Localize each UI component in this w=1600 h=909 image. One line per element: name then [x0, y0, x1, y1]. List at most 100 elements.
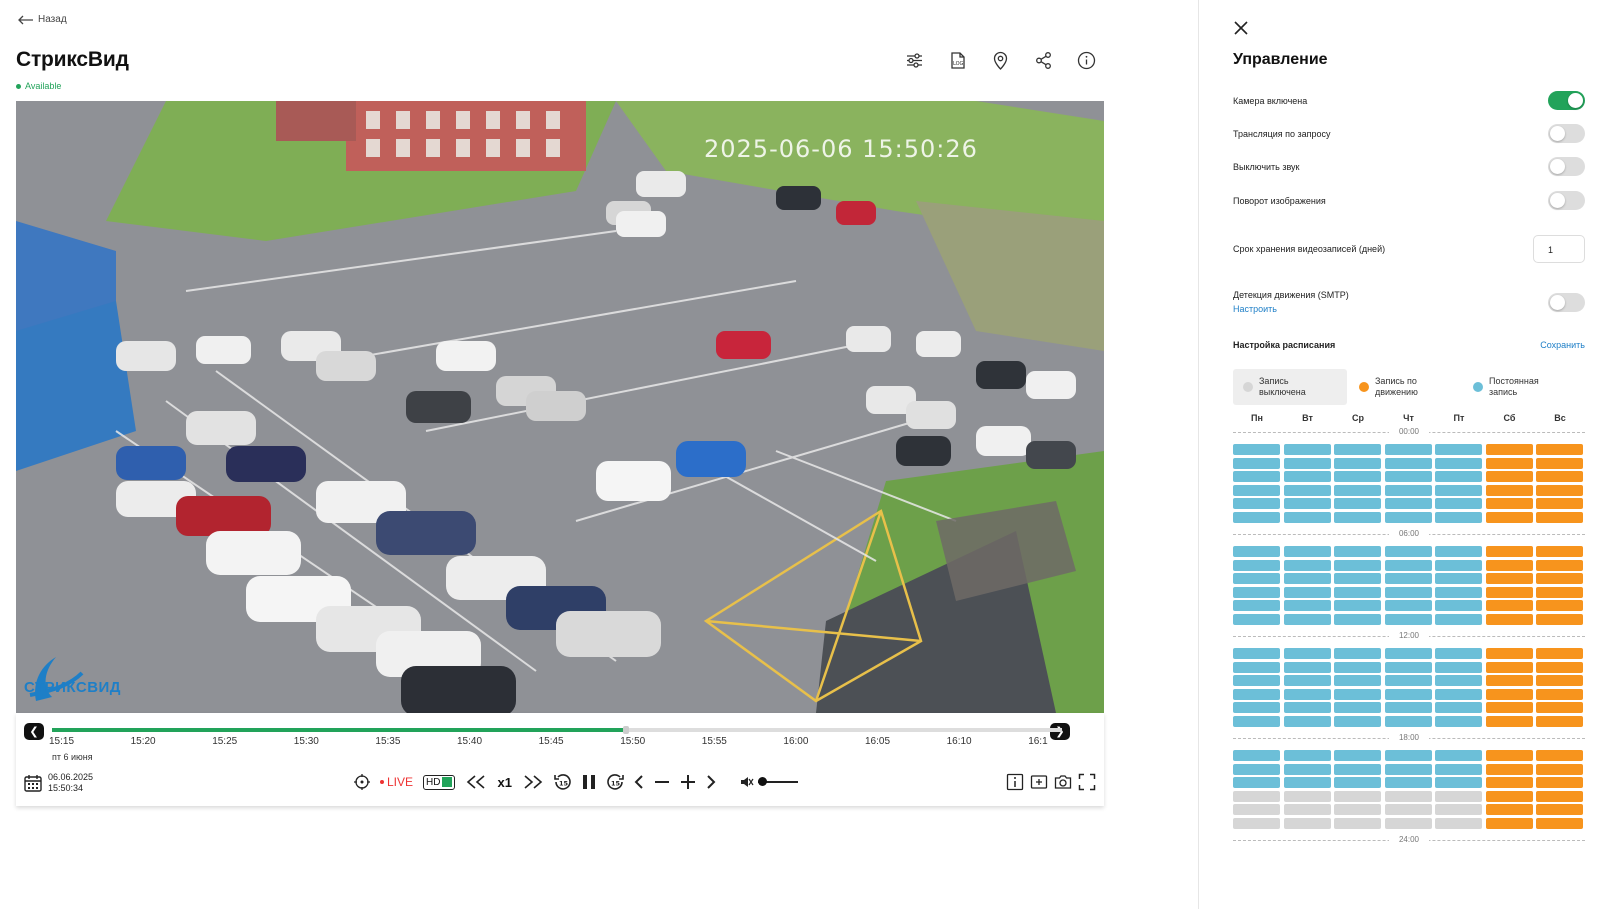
- next-frame-button[interactable]: [706, 774, 716, 790]
- schedule-cell[interactable]: [1536, 559, 1583, 571]
- schedule-cell[interactable]: [1536, 790, 1583, 802]
- schedule-cell[interactable]: [1384, 512, 1432, 523]
- schedule-cell[interactable]: [1334, 498, 1381, 510]
- schedule-cell[interactable]: [1233, 471, 1280, 483]
- schedule-cell[interactable]: [1334, 586, 1381, 598]
- schedule-cell[interactable]: [1485, 444, 1533, 455]
- schedule-cell[interactable]: [1334, 471, 1381, 483]
- pause-button[interactable]: [582, 774, 596, 790]
- schedule-cell[interactable]: [1233, 559, 1280, 571]
- schedule-cell[interactable]: [1536, 586, 1583, 598]
- schedule-cell[interactable]: [1283, 614, 1331, 625]
- schedule-cell[interactable]: [1485, 573, 1533, 585]
- schedule-cell[interactable]: [1536, 818, 1583, 829]
- schedule-cell[interactable]: [1435, 600, 1482, 612]
- schedule-cell[interactable]: [1384, 471, 1432, 483]
- schedule-cell[interactable]: [1283, 546, 1331, 557]
- schedule-cell[interactable]: [1233, 804, 1280, 816]
- schedule-cell[interactable]: [1435, 614, 1482, 625]
- schedule-cell[interactable]: [1283, 716, 1331, 727]
- schedule-cell[interactable]: [1536, 498, 1583, 510]
- schedule-cell[interactable]: [1384, 546, 1432, 557]
- schedule-cell[interactable]: [1536, 702, 1583, 714]
- schedule-cell[interactable]: [1435, 750, 1482, 761]
- legend-motion[interactable]: Запись по движению: [1355, 369, 1469, 405]
- snapshot-button[interactable]: [1054, 773, 1072, 791]
- schedule-cell[interactable]: [1435, 675, 1482, 687]
- schedule-cell[interactable]: [1485, 661, 1533, 673]
- schedule-cell[interactable]: [1283, 675, 1331, 687]
- schedule-cell[interactable]: [1233, 586, 1280, 598]
- schedule-cell[interactable]: [1334, 790, 1381, 802]
- back-link[interactable]: Назад: [18, 14, 67, 25]
- schedule-cell[interactable]: [1283, 790, 1331, 802]
- schedule-cell[interactable]: [1485, 498, 1533, 510]
- schedule-cell[interactable]: [1233, 614, 1280, 625]
- timeline-prev-button[interactable]: ❮: [24, 723, 44, 740]
- schedule-cell[interactable]: [1384, 457, 1432, 469]
- schedule-cell[interactable]: [1435, 763, 1482, 775]
- schedule-cell[interactable]: [1485, 790, 1533, 802]
- schedule-cell[interactable]: [1283, 512, 1331, 523]
- timeline-handle[interactable]: [622, 726, 629, 734]
- schedule-cell[interactable]: [1233, 444, 1280, 455]
- schedule-cell[interactable]: [1334, 444, 1381, 455]
- schedule-cell[interactable]: [1435, 648, 1482, 659]
- schedule-cell[interactable]: [1536, 661, 1583, 673]
- schedule-cell[interactable]: [1384, 498, 1432, 510]
- schedule-cell[interactable]: [1536, 688, 1583, 700]
- speed-selector[interactable]: x1: [497, 775, 511, 790]
- zoom-out-button[interactable]: [654, 774, 670, 790]
- schedule-cell[interactable]: [1384, 444, 1432, 455]
- rewind-button[interactable]: [465, 775, 487, 789]
- volume-slider[interactable]: [757, 777, 798, 786]
- schedule-cell[interactable]: [1283, 484, 1331, 496]
- schedule-cell[interactable]: [1334, 457, 1381, 469]
- schedule-cell[interactable]: [1435, 688, 1482, 700]
- schedule-cell[interactable]: [1334, 600, 1381, 612]
- schedule-cell[interactable]: [1485, 600, 1533, 612]
- schedule-cell[interactable]: [1334, 648, 1381, 659]
- schedule-cell[interactable]: [1283, 804, 1331, 816]
- schedule-cell[interactable]: [1536, 546, 1583, 557]
- sliders-icon[interactable]: [904, 50, 925, 71]
- volume-handle[interactable]: [757, 777, 767, 786]
- save-button[interactable]: Сохранить: [1540, 340, 1585, 350]
- schedule-cell[interactable]: [1485, 750, 1533, 761]
- schedule-cell[interactable]: [1435, 586, 1482, 598]
- schedule-cell[interactable]: [1233, 512, 1280, 523]
- schedule-cell[interactable]: [1435, 661, 1482, 673]
- schedule-cell[interactable]: [1334, 573, 1381, 585]
- schedule-cell[interactable]: [1334, 559, 1381, 571]
- schedule-cell[interactable]: [1435, 498, 1482, 510]
- schedule-cell[interactable]: [1536, 512, 1583, 523]
- schedule-cell[interactable]: [1435, 471, 1482, 483]
- schedule-cell[interactable]: [1334, 675, 1381, 687]
- schedule-cell[interactable]: [1384, 586, 1432, 598]
- schedule-cell[interactable]: [1233, 818, 1280, 829]
- schedule-cell[interactable]: [1283, 586, 1331, 598]
- schedule-cell[interactable]: [1283, 702, 1331, 714]
- schedule-cell[interactable]: [1485, 675, 1533, 687]
- schedule-cell[interactable]: [1536, 675, 1583, 687]
- camera-enabled-toggle[interactable]: [1548, 91, 1585, 110]
- schedule-cell[interactable]: [1536, 484, 1583, 496]
- info-icon[interactable]: [1076, 50, 1097, 71]
- schedule-cell[interactable]: [1334, 818, 1381, 829]
- schedule-cell[interactable]: [1384, 688, 1432, 700]
- schedule-cell[interactable]: [1334, 763, 1381, 775]
- schedule-cell[interactable]: [1233, 675, 1280, 687]
- schedule-cell[interactable]: [1233, 573, 1280, 585]
- schedule-cell[interactable]: [1384, 600, 1432, 612]
- schedule-cell[interactable]: [1485, 512, 1533, 523]
- schedule-cell[interactable]: [1536, 600, 1583, 612]
- schedule-cell[interactable]: [1283, 648, 1331, 659]
- schedule-cell[interactable]: [1334, 614, 1381, 625]
- schedule-cell[interactable]: [1233, 457, 1280, 469]
- date-picker[interactable]: 06.06.2025 15:50:34: [24, 772, 93, 794]
- rotate-toggle[interactable]: [1548, 191, 1585, 210]
- share-icon[interactable]: [1033, 50, 1054, 71]
- log-icon[interactable]: LOG: [947, 50, 968, 71]
- schedule-cell[interactable]: [1233, 702, 1280, 714]
- retention-input[interactable]: 1: [1533, 235, 1585, 263]
